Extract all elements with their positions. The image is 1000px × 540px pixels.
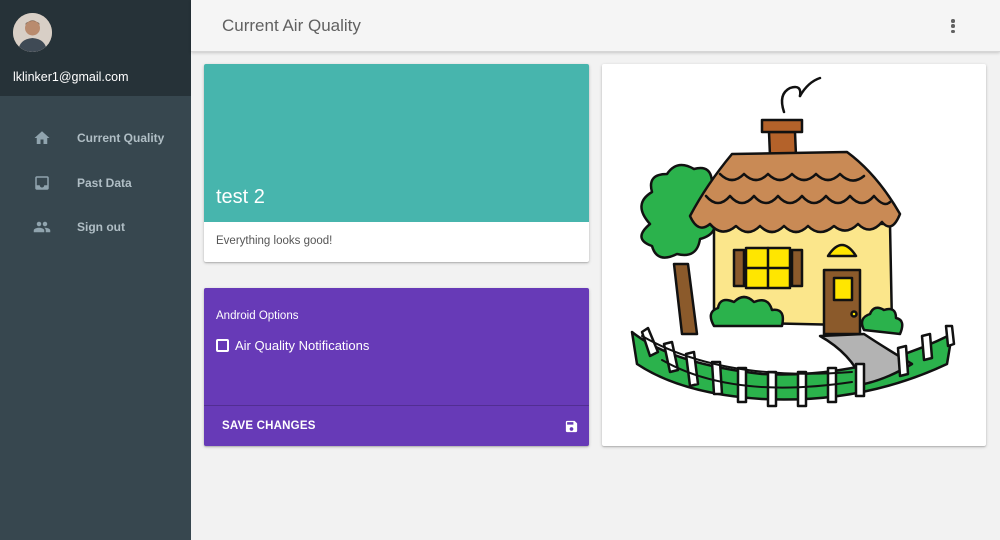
more-vert-icon[interactable]: [944, 17, 962, 35]
inbox-icon: [35, 176, 49, 190]
house-illustration: [630, 76, 956, 408]
sidebar-item-sign-out[interactable]: Sign out: [0, 205, 191, 250]
sidebar-item-past-data[interactable]: Past Data: [0, 161, 191, 206]
sidebar-item-label: Sign out: [77, 220, 125, 235]
air-quality-notifications-checkbox-row[interactable]: Air Quality Notifications: [216, 338, 369, 353]
user-email: lklinker1@gmail.com: [13, 70, 129, 84]
options-card-title: Android Options: [216, 310, 299, 322]
house-image-card: [602, 64, 986, 446]
page-title: Current Air Quality: [222, 16, 361, 35]
home-icon: [34, 131, 50, 145]
android-options-card: Android Options Air Quality Notification…: [204, 288, 589, 446]
sidebar-item-label: Past Data: [77, 175, 132, 190]
sidebar-item-current-quality[interactable]: Current Quality: [0, 116, 191, 161]
divider: [204, 405, 589, 406]
sidebar-nav: Current Quality Past Data Sign out: [0, 96, 191, 250]
top-app-bar: Current Air Quality: [191, 0, 1000, 52]
sidebar-header: lklinker1@gmail.com: [0, 0, 191, 96]
status-card-title: test 2: [216, 186, 265, 208]
floppy-disk-icon[interactable]: [564, 419, 579, 434]
people-icon: [33, 222, 51, 233]
sidebar-item-label: Current Quality: [77, 131, 165, 146]
checkbox-label: Air Quality Notifications: [235, 338, 370, 353]
status-card: test 2 Everything looks good!: [204, 64, 589, 262]
save-changes-button[interactable]: SAVE CHANGES: [216, 416, 322, 436]
status-card-banner: test 2: [204, 64, 589, 222]
air-quality-notifications-checkbox[interactable]: [216, 339, 229, 352]
sidebar: lklinker1@gmail.com Current Quality Past…: [0, 0, 191, 540]
status-card-message: Everything looks good!: [216, 235, 333, 247]
avatar[interactable]: [13, 13, 52, 52]
